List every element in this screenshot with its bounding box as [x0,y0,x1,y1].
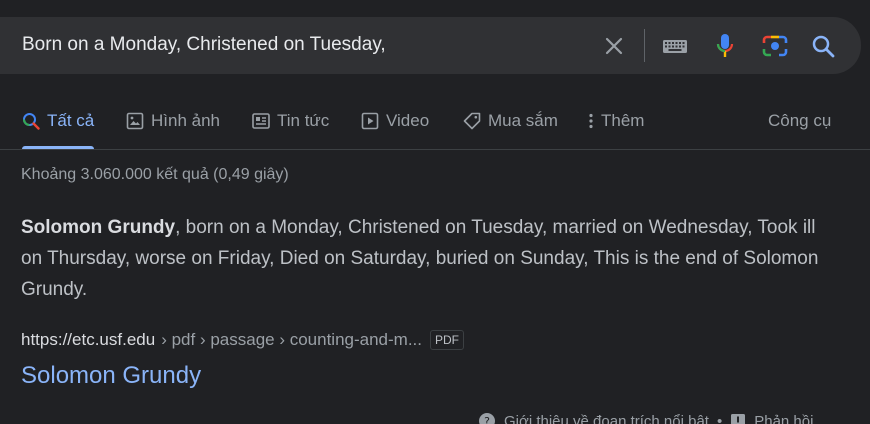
tools-button[interactable]: Công cụ [768,96,831,149]
microphone-icon[interactable] [712,17,738,74]
tab-label: Tất cả [47,110,95,130]
result-breadcrumb: › pdf › passage › counting-and-m... [161,330,422,349]
featured-snippet: Solomon Grundy, born on a Monday, Christ… [21,212,831,305]
tab-video[interactable]: Video [361,96,429,149]
footer-dot: • [716,412,723,424]
pdf-badge: PDF [430,330,464,350]
search-icon [23,112,40,130]
tab-all[interactable]: Tất cả [22,96,95,149]
tab-more[interactable]: Thêm [588,96,644,149]
svg-text:?: ? [484,415,490,424]
keyboard-icon[interactable] [660,17,690,74]
feedback-icon [731,414,746,424]
search-bar-divider [644,29,645,62]
result-stats: Khoảng 3.060.000 kết quả (0,49 giây) [21,166,289,183]
snippet-footer: ? Giới thiệu về đoạn trích nổi bật • Phả… [478,412,813,424]
result-title-link[interactable]: Solomon Grundy [21,362,201,390]
more-vert-icon [589,113,593,128]
tab-news[interactable]: Tin tức [252,96,329,149]
tools-label: Công cụ [768,110,832,130]
result-domain: https://etc.usf.edu [21,330,156,349]
tab-label: Tin tức [277,110,330,130]
tag-icon [463,112,481,129]
tab-label: Thêm [601,110,645,130]
tab-label: Video [386,110,430,130]
result-citation[interactable]: https://etc.usf.edu › pdf › passage › co… [21,330,464,350]
tab-label: Hình ảnh [151,110,220,130]
tab-label: Mua sắm [488,110,558,130]
search-input[interactable]: Born on a Monday, Christened on Tuesday, [22,34,386,56]
play-icon [361,112,379,129]
tab-shopping[interactable]: Mua sắm [463,96,558,149]
image-icon [126,112,144,129]
news-icon [252,112,270,129]
feedback-link[interactable]: Phản hồi [754,413,813,424]
close-icon[interactable] [600,17,628,74]
about-snippet-link[interactable]: Giới thiệu về đoạn trích nổi bật [504,413,709,424]
search-tabs: Tất cả Hình ảnh Tin tức Video Mua sắm Th… [0,96,870,150]
search-icon[interactable] [808,17,838,74]
camera-lens-icon[interactable] [760,17,790,74]
snippet-bold: Solomon Grundy [21,217,176,238]
search-bar[interactable]: Born on a Monday, Christened on Tuesday, [0,17,861,74]
tab-images[interactable]: Hình ảnh [126,96,220,149]
help-icon: ? [479,413,495,424]
